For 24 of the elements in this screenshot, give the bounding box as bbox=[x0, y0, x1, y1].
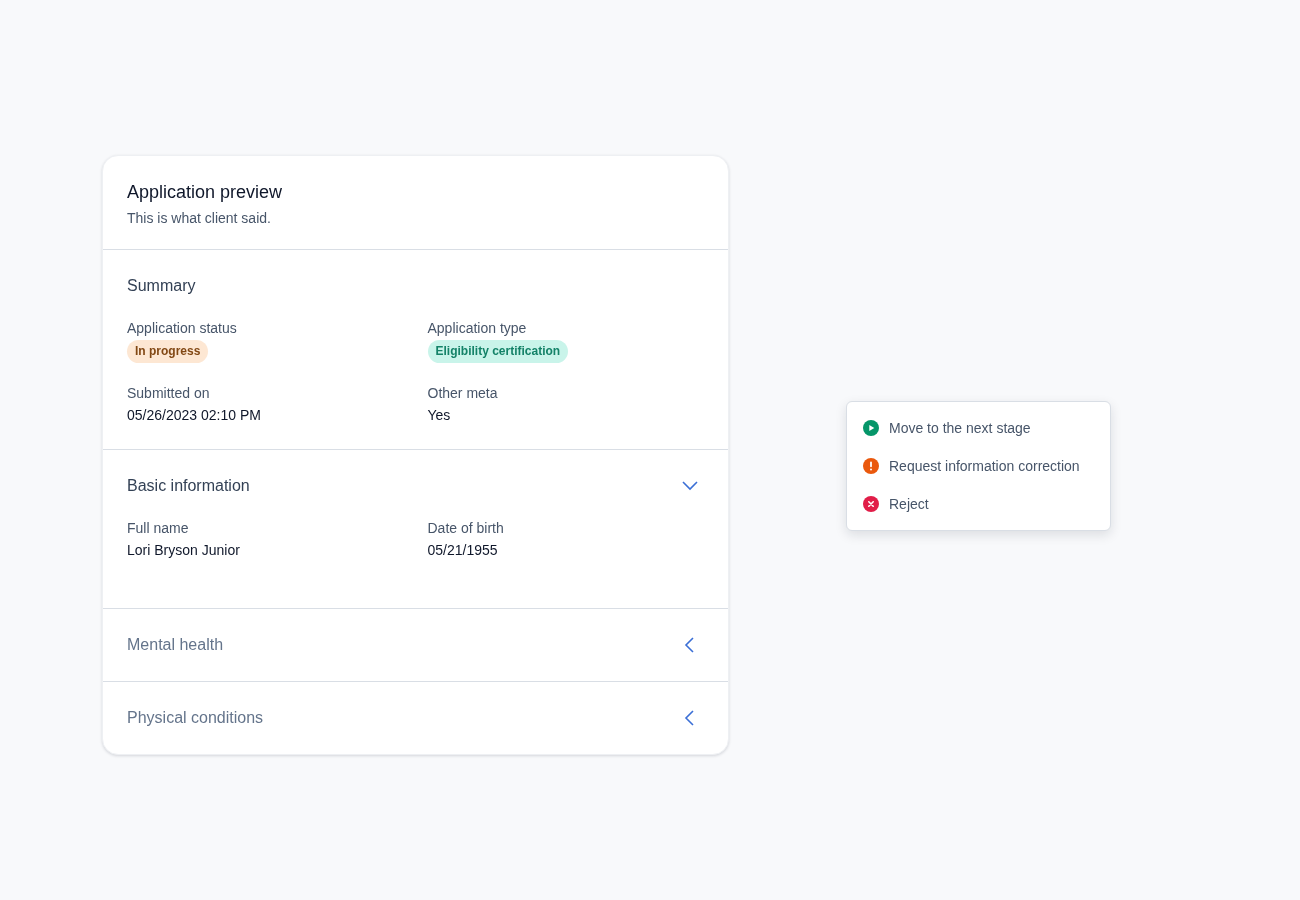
menu-item[interactable]: Move to the next stage bbox=[847, 409, 1110, 447]
field-label: Submitted on bbox=[127, 384, 210, 403]
field-value: Yes bbox=[427, 406, 451, 425]
field-value: Lori Bryson Junior bbox=[127, 541, 240, 560]
field-label: Full name bbox=[127, 519, 189, 538]
menu-item[interactable]: Reject bbox=[847, 485, 1110, 523]
field-label: Application type bbox=[427, 319, 527, 338]
status-tag: In progress bbox=[127, 340, 209, 363]
section-title: Summary bbox=[127, 276, 196, 296]
field-value: 05/26/2023 02:10 PM bbox=[127, 406, 261, 425]
menu-item[interactable]: Request information correction bbox=[847, 447, 1110, 485]
card-subtitle: This is what client said. bbox=[127, 209, 272, 228]
field-label: Application status bbox=[127, 319, 237, 338]
status-tag: Eligibility certification bbox=[427, 340, 569, 363]
section-title[interactable]: Mental health bbox=[127, 633, 224, 657]
field-label: Other meta bbox=[427, 384, 498, 403]
play-icon bbox=[863, 420, 879, 436]
section-title[interactable]: Basic information bbox=[127, 474, 250, 498]
field-value: 05/21/1955 bbox=[427, 541, 498, 560]
warning-icon bbox=[863, 458, 879, 474]
field-label: Date of birth bbox=[427, 519, 504, 538]
close-icon bbox=[863, 496, 879, 512]
section-title[interactable]: Physical conditions bbox=[127, 706, 264, 730]
card-title: Application preview bbox=[127, 181, 284, 204]
